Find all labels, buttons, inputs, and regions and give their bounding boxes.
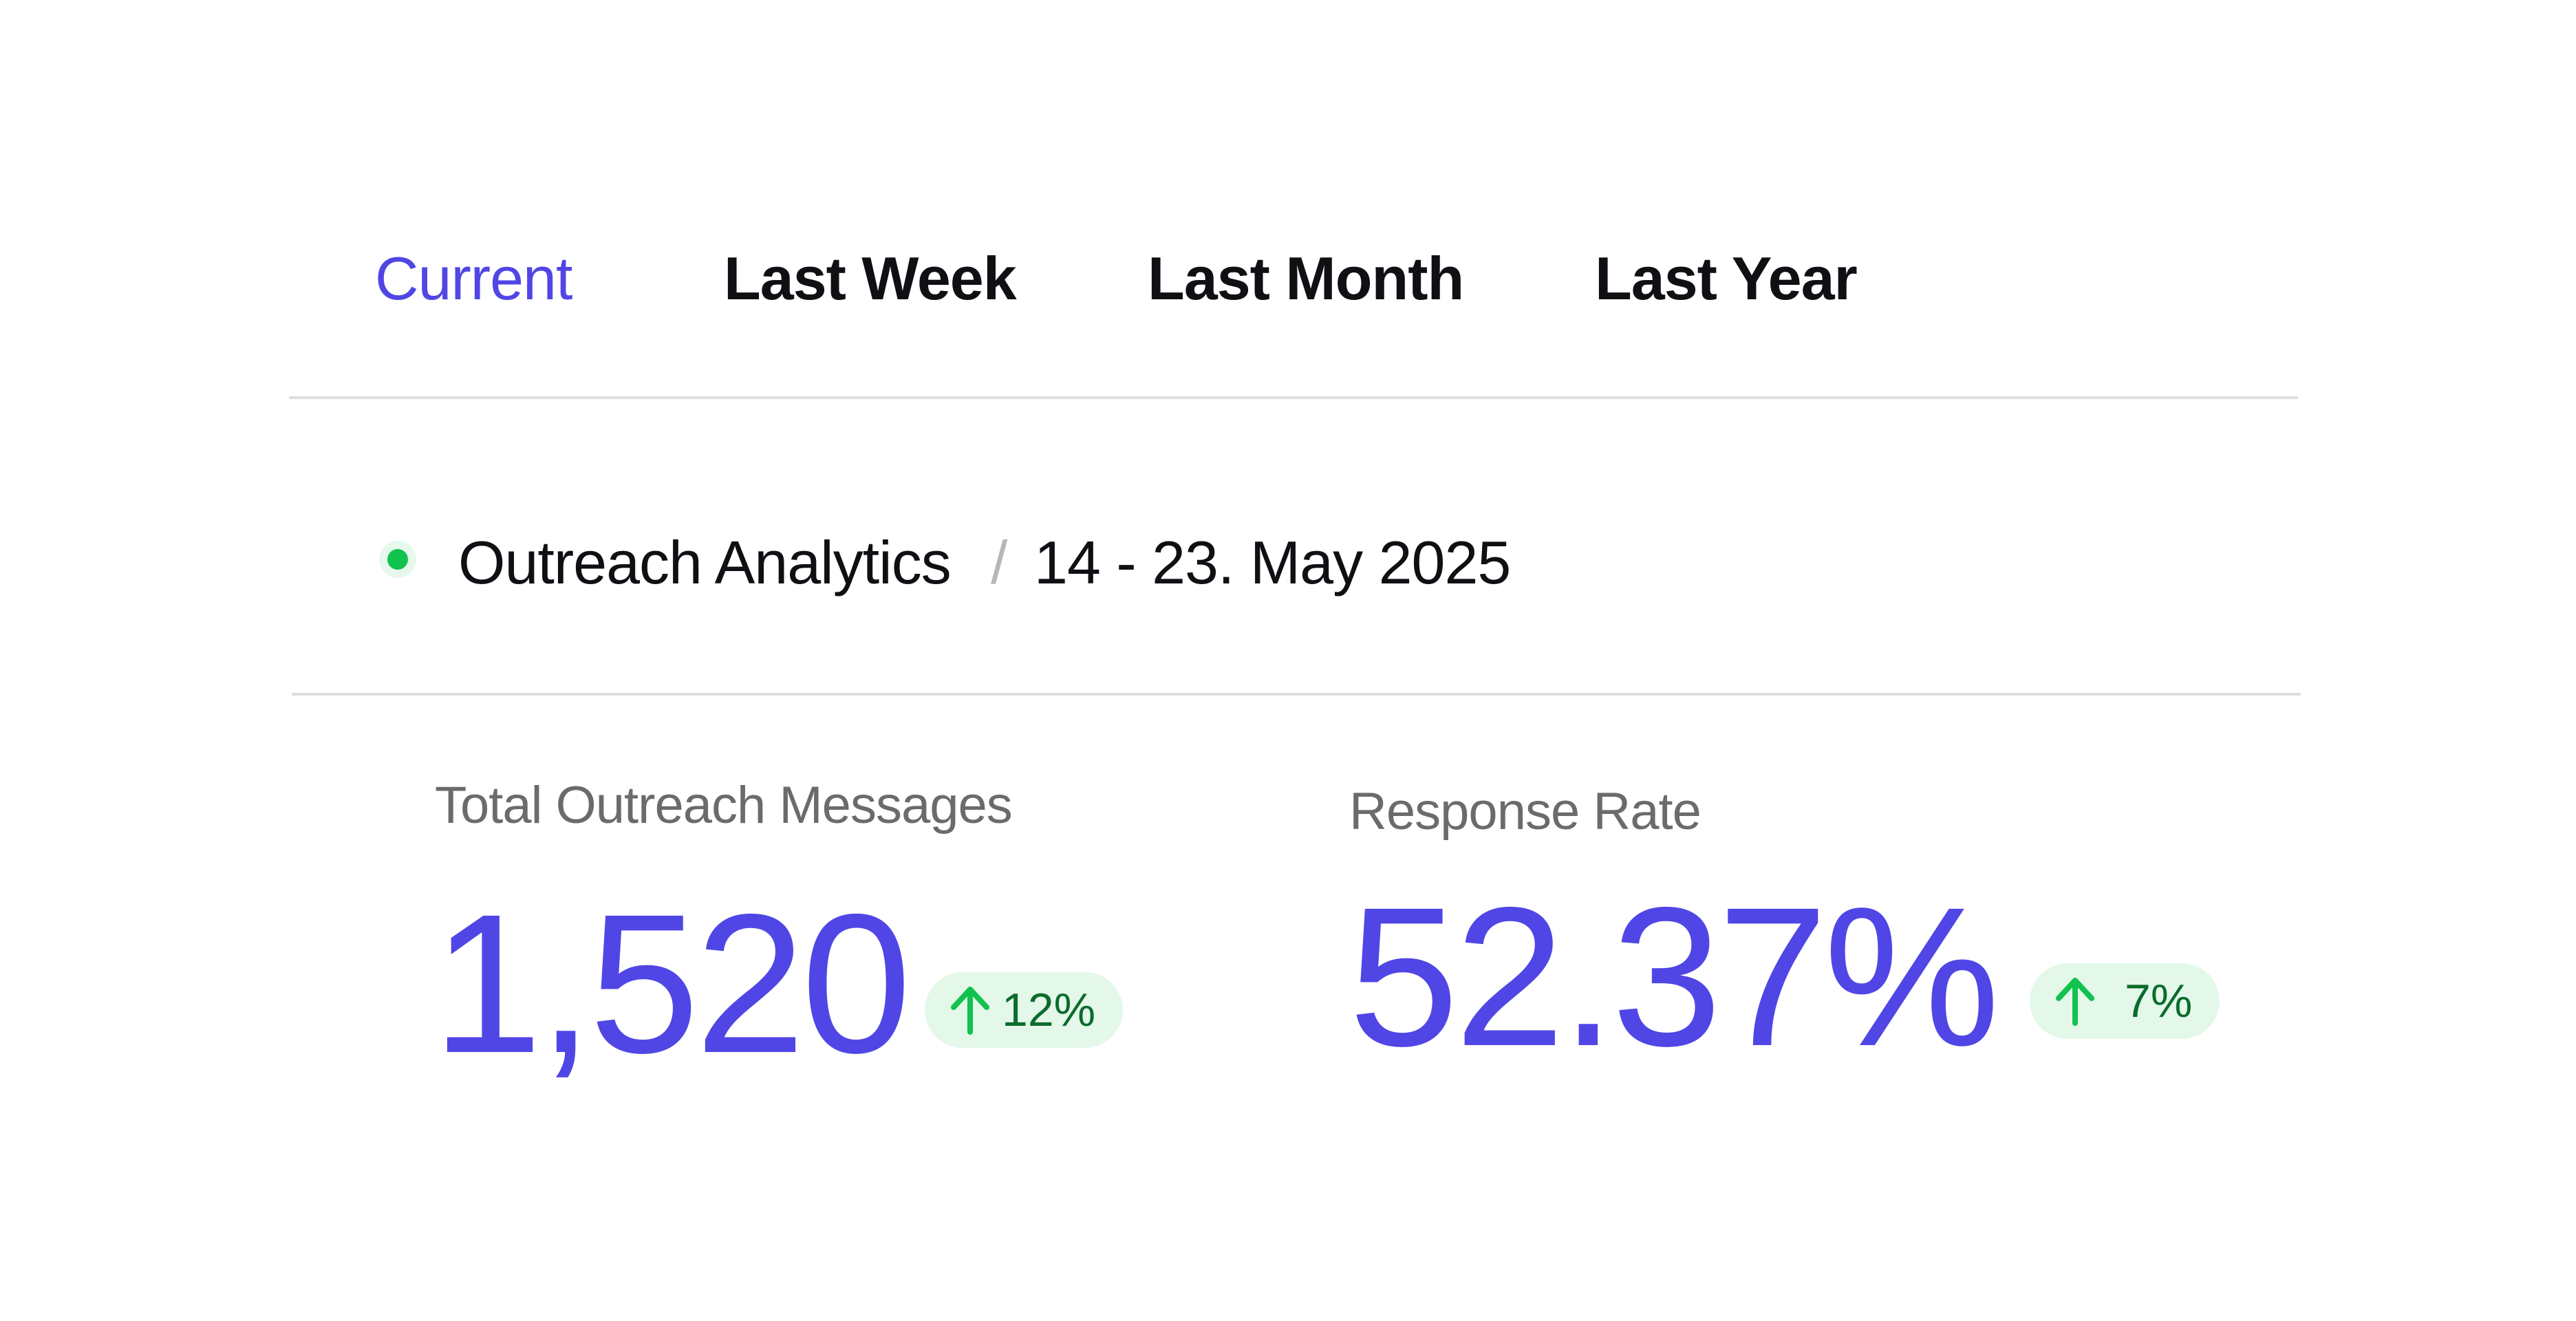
tab-last-month[interactable]: Last Month — [1148, 241, 1464, 316]
trend-badge-response-rate: 7% — [2030, 963, 2220, 1039]
page-title: Outreach Analytics — [458, 528, 952, 597]
trend-value: 7% — [2125, 975, 2193, 1027]
metric-label-response-rate: Response Rate — [1349, 782, 1702, 841]
metric-value-total-messages: 1,520 — [432, 873, 912, 1095]
metric-label-total-messages: Total Outreach Messages — [435, 776, 1013, 835]
tab-last-year[interactable]: Last Year — [1595, 241, 1858, 316]
arrow-up-icon — [951, 987, 989, 1035]
tabs-divider — [289, 396, 2298, 399]
metric-value-response-rate: 52.37% — [1349, 866, 2000, 1088]
trend-badge-total-messages: 12% — [925, 972, 1124, 1048]
arrow-up-icon — [2056, 978, 2094, 1026]
date-range: 14 - 23. May 2025 — [1034, 528, 1511, 597]
status-indicator — [387, 549, 408, 570]
breadcrumb-separator: / — [991, 528, 1008, 597]
header-divider — [292, 693, 2301, 696]
tab-last-week[interactable]: Last Week — [724, 241, 1017, 316]
trend-value: 12% — [1002, 984, 1096, 1036]
tab-current[interactable]: Current — [375, 241, 572, 316]
analytics-card: Current Last Week Last Month Last Year O… — [0, 0, 2576, 1321]
